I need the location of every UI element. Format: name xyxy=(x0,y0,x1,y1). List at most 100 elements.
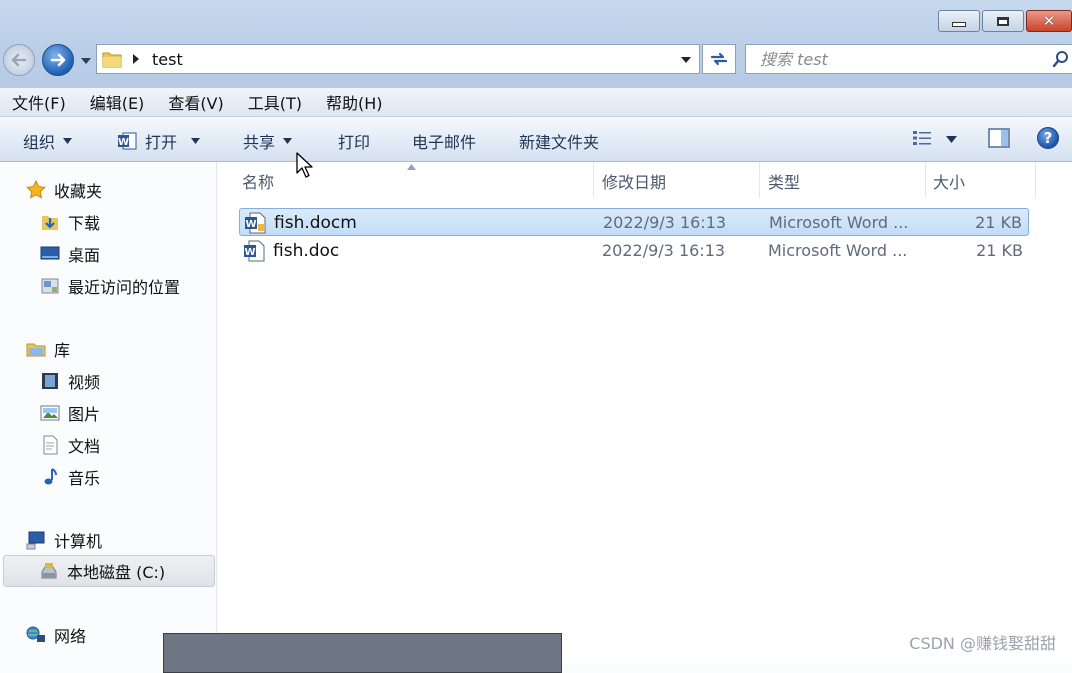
column-divider[interactable] xyxy=(1035,162,1036,198)
breadcrumb-test[interactable]: test xyxy=(152,50,183,69)
search-input[interactable] xyxy=(758,48,1032,70)
navigation-pane: 收藏夹 下载 桌面 最近访问的位置 库 视频 图片 文档 音乐 计算机 本地磁盘… xyxy=(0,162,217,664)
folder-icon xyxy=(102,52,122,68)
column-header-size[interactable]: 大小 xyxy=(933,162,965,200)
forward-button[interactable] xyxy=(42,44,74,76)
nav-videos-label: 视频 xyxy=(68,373,101,392)
column-header-date[interactable]: 修改日期 xyxy=(602,162,666,200)
address-bar[interactable]: test xyxy=(96,44,700,74)
document-icon xyxy=(43,435,58,455)
nav-downloads[interactable]: 下载 xyxy=(40,210,100,234)
nav-pictures[interactable]: 图片 xyxy=(40,401,100,425)
column-divider[interactable] xyxy=(759,162,760,198)
nav-pictures-label: 图片 xyxy=(68,405,101,424)
sort-ascending-icon xyxy=(407,164,416,170)
nav-network[interactable]: 网络 xyxy=(26,623,86,647)
minimize-icon xyxy=(952,21,966,27)
recent-places-icon xyxy=(41,278,59,294)
window-titlebar: ✕ test xyxy=(0,0,1072,88)
back-button[interactable] xyxy=(3,44,35,76)
mouse-cursor-icon xyxy=(296,152,313,178)
minimize-button[interactable] xyxy=(938,10,980,32)
menu-help[interactable]: 帮助(H) xyxy=(314,90,395,114)
file-type: Microsoft Word ... xyxy=(768,241,908,260)
svg-text:W: W xyxy=(244,247,255,258)
menu-file[interactable]: 文件(F) xyxy=(0,90,78,114)
menu-edit[interactable]: 编辑(E) xyxy=(78,90,157,114)
column-divider[interactable] xyxy=(925,162,926,198)
column-header-type[interactable]: 类型 xyxy=(768,162,800,200)
nav-documents[interactable]: 文档 xyxy=(40,433,100,457)
downloads-folder-icon xyxy=(42,216,58,230)
file-row[interactable]: W fish.docm 2022/9/3 16:13 Microsoft Wor… xyxy=(239,208,1029,236)
command-bar: 组织 W 打开 共享 打印 电子邮件 新建文件夹 ? xyxy=(0,117,1072,162)
computer-icon xyxy=(26,531,45,550)
close-icon: ✕ xyxy=(1042,12,1056,30)
file-list: 名称 修改日期 类型 大小 W fish.docm 2022/9/3 16:13… xyxy=(217,162,1072,664)
nav-videos[interactable]: 视频 xyxy=(40,369,100,393)
pictures-icon xyxy=(40,405,60,421)
chevron-down-icon xyxy=(63,138,73,144)
address-dropdown-icon[interactable] xyxy=(681,56,691,64)
open-label: 打开 xyxy=(145,133,178,152)
print-button[interactable]: 打印 xyxy=(338,129,370,153)
file-row[interactable]: W fish.doc 2022/9/3 16:13 Microsoft Word… xyxy=(239,237,1029,265)
file-size: 21 KB xyxy=(976,241,1023,260)
word-icon: W xyxy=(118,132,137,150)
nav-computer[interactable]: 计算机 xyxy=(26,528,102,552)
file-name: fish.docm xyxy=(274,213,357,233)
file-size: 21 KB xyxy=(975,213,1022,232)
music-icon xyxy=(44,468,57,485)
preview-pane-icon[interactable] xyxy=(988,128,1010,148)
nav-desktop[interactable]: 桌面 xyxy=(40,242,100,266)
share-label: 共享 xyxy=(243,133,276,152)
refresh-button[interactable] xyxy=(702,44,736,74)
word-document-icon: W xyxy=(244,240,265,262)
forward-arrow-icon xyxy=(50,53,66,67)
nav-favorites[interactable]: 收藏夹 xyxy=(26,178,102,202)
file-type: Microsoft Word ... xyxy=(769,213,909,232)
back-arrow-icon xyxy=(11,53,27,67)
menu-bar: 文件(F) 编辑(E) 查看(V) 工具(T) 帮助(H) xyxy=(0,88,1072,117)
refresh-icon xyxy=(710,52,728,66)
new-folder-button[interactable]: 新建文件夹 xyxy=(519,129,599,153)
chevron-down-icon[interactable] xyxy=(191,138,201,144)
nav-network-label: 网络 xyxy=(54,627,87,646)
menu-tools[interactable]: 工具(T) xyxy=(236,90,314,114)
recent-pages-dropdown-icon[interactable] xyxy=(80,56,92,66)
breadcrumb-arrow-icon[interactable] xyxy=(132,54,140,64)
search-box[interactable] xyxy=(745,44,1072,74)
svg-text:W: W xyxy=(245,219,256,230)
maximize-button[interactable] xyxy=(982,10,1024,32)
watermark: CSDN @赚钱娶甜甜 xyxy=(909,634,1056,653)
close-button[interactable]: ✕ xyxy=(1026,10,1072,32)
menu-view[interactable]: 查看(V) xyxy=(156,90,235,114)
nav-libraries-label: 库 xyxy=(54,341,71,360)
column-header-name[interactable]: 名称 xyxy=(242,162,274,200)
nav-downloads-label: 下载 xyxy=(68,214,101,233)
search-icon[interactable] xyxy=(1052,50,1070,68)
view-dropdown-icon[interactable] xyxy=(946,136,957,143)
email-button[interactable]: 电子邮件 xyxy=(412,129,476,153)
video-icon xyxy=(42,373,58,389)
nav-local-disk-label: 本地磁盘 (C:) xyxy=(67,563,166,582)
nav-libraries[interactable]: 库 xyxy=(26,337,70,361)
nav-documents-label: 文档 xyxy=(68,437,101,456)
organize-button[interactable]: 组织 xyxy=(23,129,73,153)
nav-computer-label: 计算机 xyxy=(54,532,103,551)
svg-text:W: W xyxy=(118,137,129,148)
nav-music[interactable]: 音乐 xyxy=(40,465,100,489)
share-button[interactable]: 共享 xyxy=(243,129,293,153)
star-icon xyxy=(26,180,46,199)
help-icon[interactable]: ? xyxy=(1037,127,1059,149)
maximize-icon xyxy=(997,16,1009,26)
nav-recent[interactable]: 最近访问的位置 xyxy=(40,274,180,298)
nav-favorites-label: 收藏夹 xyxy=(54,182,103,201)
file-date: 2022/9/3 16:13 xyxy=(602,241,726,260)
column-divider[interactable] xyxy=(593,162,594,198)
libraries-icon xyxy=(26,343,46,357)
change-view-icon[interactable] xyxy=(912,129,934,147)
nav-local-disk[interactable]: 本地磁盘 (C:) xyxy=(3,555,215,587)
open-button[interactable]: W 打开 xyxy=(117,129,201,153)
organize-label: 组织 xyxy=(23,133,56,152)
